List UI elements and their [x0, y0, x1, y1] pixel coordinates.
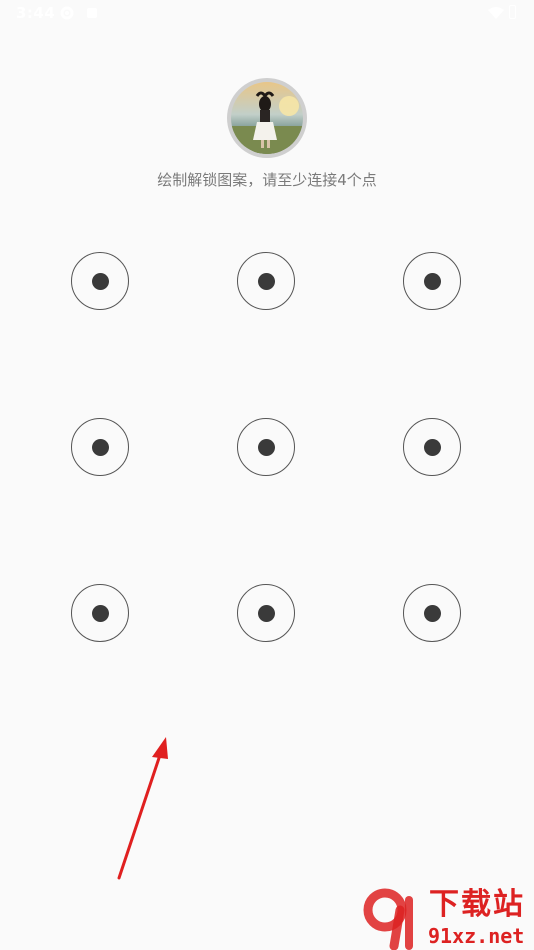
- pattern-dot-2[interactable]: [237, 252, 295, 310]
- pattern-dot-3[interactable]: [403, 252, 461, 310]
- pattern-dot-4[interactable]: [71, 418, 129, 476]
- dot-core: [91, 438, 109, 456]
- pattern-dot-1[interactable]: [71, 252, 129, 310]
- pattern-lock-grid[interactable]: [0, 0, 534, 950]
- pattern-dot-5[interactable]: [237, 418, 295, 476]
- pattern-dot-9[interactable]: [403, 584, 461, 642]
- dot-core: [423, 438, 441, 456]
- dot-core: [423, 272, 441, 290]
- pattern-dot-8[interactable]: [237, 584, 295, 642]
- red-arrow-annotation: [117, 737, 168, 880]
- dot-core: [257, 438, 275, 456]
- pattern-dot-7[interactable]: [71, 584, 129, 642]
- dot-core: [257, 604, 275, 622]
- watermark-url: 91xz.net: [428, 924, 525, 948]
- pattern-dot-6[interactable]: [403, 418, 461, 476]
- site-logo-icon: [363, 888, 413, 950]
- dot-core: [423, 604, 441, 622]
- dot-core: [91, 272, 109, 290]
- dot-core: [257, 272, 275, 290]
- dot-core: [91, 604, 109, 622]
- watermark: 下载站 91xz.net: [362, 888, 534, 950]
- watermark-title: 下载站: [429, 887, 525, 922]
